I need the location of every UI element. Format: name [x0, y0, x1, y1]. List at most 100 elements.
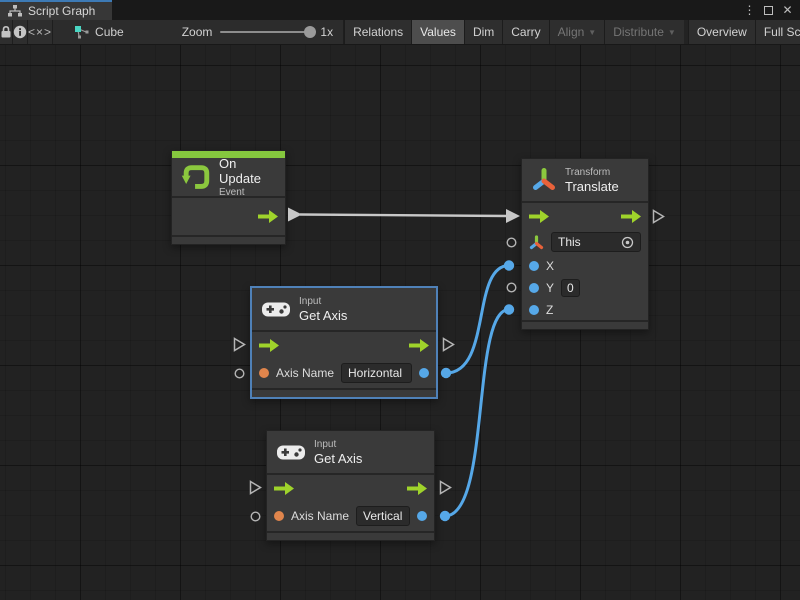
node-subtitle: Input — [299, 295, 347, 308]
node-header: Input Get Axis — [252, 288, 436, 330]
info-button[interactable] — [13, 20, 28, 44]
node-title: On Update — [219, 156, 276, 186]
overview-button[interactable]: Overview — [688, 20, 755, 44]
flow-input-port[interactable] — [259, 339, 279, 352]
maximize-icon[interactable] — [760, 1, 777, 19]
node-on-update[interactable]: On Update Event — [171, 150, 286, 245]
axis-name-external-port[interactable] — [234, 368, 245, 379]
x-value-port[interactable] — [529, 261, 539, 271]
this-object-field[interactable]: This — [551, 232, 641, 252]
flow-output-port[interactable] — [407, 482, 427, 495]
wire-on-update-to-translate[interactable] — [288, 208, 520, 224]
axis-name-row: Axis Name Vertical — [267, 501, 434, 531]
wire-horizontal-to-x[interactable] — [441, 260, 514, 378]
tab-bar: Script Graph ⋮ ✕ — [0, 0, 800, 20]
carry-button[interactable]: Carry — [502, 20, 548, 44]
edit-script-button[interactable]: <×> — [28, 20, 53, 44]
y-value-field[interactable]: 0 — [561, 279, 580, 297]
update-loop-icon — [181, 162, 211, 192]
graph-name: Cube — [95, 25, 124, 39]
node-title: Get Axis — [314, 451, 362, 466]
flow-port-row — [172, 198, 285, 235]
axis-name-port[interactable] — [274, 511, 284, 521]
node-header: Transform Translate — [522, 159, 648, 201]
zoom-value: 1x — [320, 25, 333, 39]
flow-input-port[interactable] — [274, 482, 294, 495]
node-subtitle: Input — [314, 438, 362, 451]
axis-name-external-port[interactable] — [250, 511, 261, 522]
node-title: Translate — [565, 179, 619, 194]
axis-name-label: Axis Name — [291, 509, 349, 523]
close-icon[interactable]: ✕ — [779, 1, 796, 19]
zoom-slider-handle[interactable] — [304, 26, 316, 38]
y-external-port[interactable] — [506, 282, 517, 293]
script-graph-window: Script Graph ⋮ ✕ — [0, 0, 800, 600]
flow-output-external-port[interactable] — [442, 337, 455, 352]
transform-axis-icon — [531, 167, 557, 193]
node-title: Get Axis — [299, 308, 347, 323]
y-value-port[interactable] — [529, 283, 539, 293]
node-footer — [522, 320, 648, 329]
flow-port-row — [252, 332, 436, 358]
x-port-row: X — [522, 255, 648, 276]
node-footer — [252, 388, 436, 397]
axis-name-port[interactable] — [259, 368, 269, 378]
lock-button[interactable] — [0, 20, 13, 44]
flow-output-external-port[interactable] — [652, 209, 665, 224]
z-port-label: Z — [546, 303, 553, 317]
axis-value-output-port[interactable] — [417, 511, 427, 521]
relations-button[interactable]: Relations — [344, 20, 411, 44]
flow-port-row — [267, 475, 434, 501]
y-port-row: Y 0 — [522, 276, 648, 299]
window-controls: ⋮ ✕ — [741, 0, 800, 20]
node-subtitle: Transform — [565, 166, 619, 179]
gamepad-icon — [276, 443, 306, 462]
flow-output-port[interactable] — [258, 210, 278, 223]
transform-mini-icon — [529, 235, 544, 250]
graph-hierarchy-icon — [8, 5, 22, 17]
axis-name-label: Axis Name — [276, 366, 334, 380]
align-dropdown[interactable]: Align ▼ — [549, 20, 605, 44]
node-translate[interactable]: Transform Translate — [521, 158, 649, 330]
dim-button[interactable]: Dim — [464, 20, 502, 44]
axis-name-field[interactable]: Horizontal — [341, 363, 412, 383]
node-subtitle: Event — [219, 186, 276, 199]
graph-canvas[interactable]: On Update Event — [0, 45, 800, 600]
flow-output-port[interactable] — [621, 210, 641, 223]
tab-title: Script Graph — [28, 4, 95, 18]
flow-output-external-port[interactable] — [439, 480, 452, 495]
values-button[interactable]: Values — [411, 20, 464, 44]
distribute-dropdown[interactable]: Distribute ▼ — [604, 20, 684, 44]
y-port-label: Y — [546, 281, 554, 295]
flow-output-port[interactable] — [409, 339, 429, 352]
zoom-control: Zoom 1x — [138, 20, 344, 44]
tab-script-graph[interactable]: Script Graph — [0, 0, 112, 20]
object-picker-icon[interactable] — [621, 236, 634, 249]
flow-input-external-port[interactable] — [249, 480, 262, 495]
graph-toolbar: <×> Cube Zoom 1x Relations V — [0, 20, 800, 45]
axis-value-output-port[interactable] — [419, 368, 429, 378]
node-header: Input Get Axis — [267, 431, 434, 473]
axis-name-row: Axis Name Horizontal — [252, 358, 436, 388]
graph-node-icon — [75, 26, 89, 39]
flow-port-row — [522, 203, 648, 229]
gamepad-icon — [261, 300, 291, 319]
lock-icon — [0, 25, 12, 39]
window-menu-icon[interactable]: ⋮ — [741, 1, 758, 19]
toolbar-right-buttons: Relations Values Dim Carry Align ▼ Distr… — [344, 20, 800, 44]
x-port-label: X — [546, 259, 554, 273]
this-external-port[interactable] — [506, 237, 517, 248]
axis-name-field[interactable]: Vertical — [356, 506, 410, 526]
graph-reference[interactable]: Cube — [53, 20, 138, 44]
node-header: On Update Event — [172, 158, 285, 196]
node-get-axis-horizontal[interactable]: Input Get Axis — [250, 286, 438, 399]
info-icon — [13, 25, 27, 39]
z-port-row: Z — [522, 299, 648, 320]
node-get-axis-vertical[interactable]: Input Get Axis — [266, 430, 435, 541]
flow-input-external-port[interactable] — [233, 337, 246, 352]
flow-input-port[interactable] — [529, 210, 549, 223]
zoom-slider[interactable] — [220, 31, 312, 33]
chevron-down-icon: ▼ — [588, 28, 596, 37]
full-screen-button[interactable]: Full Screen — [755, 20, 800, 44]
z-value-port[interactable] — [529, 305, 539, 315]
